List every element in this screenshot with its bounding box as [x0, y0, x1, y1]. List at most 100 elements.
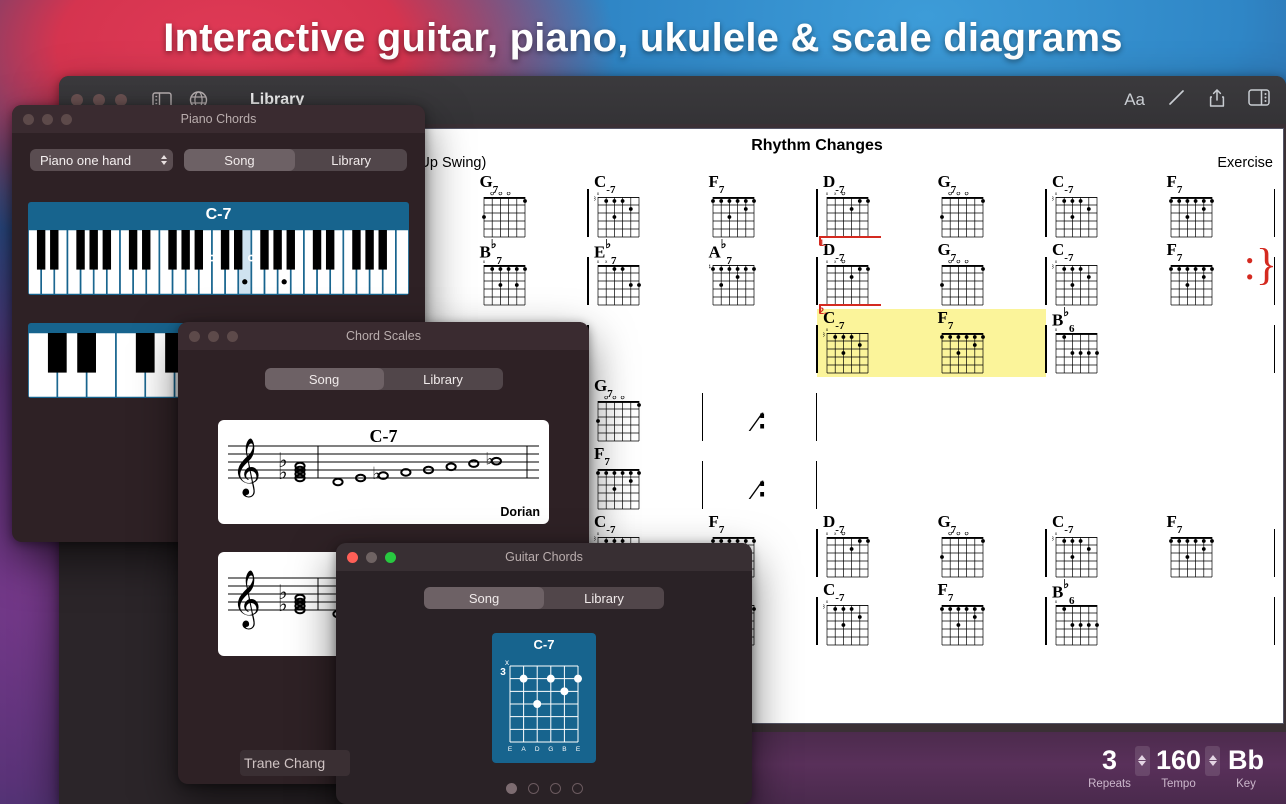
repeats-stepper[interactable] — [1135, 746, 1150, 776]
tempo-stepper[interactable] — [1205, 746, 1220, 776]
fret-diagram[interactable] — [480, 192, 531, 246]
fret-diagram[interactable]: x3 — [1052, 260, 1103, 314]
guitar-tab-song[interactable]: Song — [424, 587, 544, 609]
guitar-chords-window[interactable]: Guitar Chords Song Library C-7 x3EADGBE — [336, 543, 752, 804]
scales-source-tabs[interactable]: Song Library — [265, 368, 503, 390]
fret-diagram[interactable] — [938, 328, 989, 382]
fret-diagram[interactable]: x — [1052, 328, 1103, 382]
chart-measure[interactable]: G7 — [588, 377, 703, 445]
sidebar-icon[interactable] — [1248, 89, 1270, 111]
fret-diagram[interactable]: x3 — [823, 328, 874, 382]
chart-measure[interactable]: C-7x32. — [817, 309, 932, 377]
piano-zoom-button[interactable] — [61, 114, 72, 125]
tempo-control[interactable]: 160 Tempo — [1156, 746, 1220, 791]
fret-diagram[interactable] — [1167, 260, 1218, 314]
guitar-chord-diagram[interactable]: C-7 x3EADGBE — [492, 633, 596, 763]
piano-tab-library[interactable]: Library — [295, 149, 407, 171]
chart-measure[interactable]: D-7xx — [817, 173, 932, 241]
piano-window-controls[interactable] — [12, 114, 72, 125]
fret-diagram[interactable]: x3 — [1052, 192, 1103, 246]
share-icon[interactable] — [1208, 88, 1226, 113]
chart-measure[interactable]: F7 — [703, 173, 818, 241]
chart-measure[interactable]: C-7x3 — [817, 581, 932, 649]
scales-window-titlebar[interactable]: Chord Scales — [178, 322, 589, 350]
piano-source-tabs[interactable]: Song Library — [184, 149, 407, 171]
scales-zoom-button[interactable] — [227, 331, 238, 342]
page-dot[interactable] — [572, 783, 583, 794]
guitar-close-button[interactable] — [347, 552, 358, 563]
chart-measure[interactable]: F7:} — [1161, 241, 1276, 309]
fret-diagram[interactable] — [594, 464, 645, 518]
guitar-zoom-button[interactable] — [385, 552, 396, 563]
scales-tab-song[interactable]: Song — [265, 368, 384, 390]
scales-window-controls[interactable] — [178, 331, 238, 342]
scales-minimize-button[interactable] — [208, 331, 219, 342]
chart-measure[interactable]: ∕∶ — [703, 445, 818, 513]
chart-measure[interactable]: F7 — [1161, 173, 1276, 241]
chart-measure[interactable]: G7 — [932, 173, 1047, 241]
chart-measure[interactable]: D-7xx — [817, 513, 932, 581]
fret-diagram[interactable]: x3 — [594, 192, 645, 246]
fret-diagram[interactable] — [938, 532, 989, 586]
chart-measure[interactable]: F7 — [932, 581, 1047, 649]
chart-measure[interactable]: G7 — [474, 173, 589, 241]
fret-diagram[interactable] — [938, 600, 989, 654]
chart-measure[interactable]: C-7x3 — [1046, 173, 1161, 241]
page-dot[interactable] — [550, 783, 561, 794]
fret-diagram[interactable] — [1167, 192, 1218, 246]
piano-tab-song[interactable]: Song — [184, 149, 296, 171]
fret-diagram[interactable]: x3 — [823, 600, 874, 654]
guitar-fretboard[interactable]: x3EADGBE — [492, 654, 596, 758]
chart-measure[interactable] — [703, 309, 818, 377]
chart-measure[interactable] — [588, 309, 703, 377]
chart-measure[interactable]: B♭7x — [474, 241, 589, 309]
page-dot[interactable] — [506, 783, 517, 794]
chart-measure[interactable]: B♭6x — [1046, 309, 1161, 377]
chart-measure[interactable]: C-7x3 — [588, 173, 703, 241]
chart-measure[interactable] — [1161, 309, 1276, 377]
chart-measure[interactable]: E♭7xx — [588, 241, 703, 309]
chart-measure[interactable]: ∕∶ — [703, 377, 818, 445]
repeats-control[interactable]: 3 Repeats — [1088, 746, 1150, 791]
fret-diagram[interactable]: x3 — [1052, 532, 1103, 586]
piano-minimize-button[interactable] — [42, 114, 53, 125]
chart-measure[interactable]: G7 — [932, 241, 1047, 309]
guitar-tab-library[interactable]: Library — [544, 587, 664, 609]
fret-diagram[interactable]: xx — [823, 532, 874, 586]
page-dot[interactable] — [528, 783, 539, 794]
guitar-page-dots[interactable] — [336, 783, 752, 794]
chart-measure[interactable]: C-7x3 — [1046, 513, 1161, 581]
chart-measure[interactable]: F7 — [588, 445, 703, 513]
chart-measure[interactable]: F7 — [1161, 513, 1276, 581]
piano-keyboard-1[interactable] — [28, 229, 409, 295]
fret-diagram[interactable] — [594, 396, 645, 450]
key-control[interactable]: Bb Key — [1228, 747, 1264, 790]
scales-tab-library[interactable]: Library — [384, 368, 503, 390]
fret-diagram[interactable] — [709, 192, 760, 246]
fret-diagram[interactable] — [1167, 532, 1218, 586]
piano-close-button[interactable] — [23, 114, 34, 125]
pencil-icon[interactable] — [1167, 88, 1186, 112]
text-style-button[interactable]: Aa — [1124, 90, 1145, 110]
guitar-window-titlebar[interactable]: Guitar Chords — [336, 543, 752, 571]
fret-diagram[interactable]: x — [480, 260, 531, 314]
chart-measure[interactable]: F7 — [932, 309, 1047, 377]
fret-diagram[interactable] — [938, 192, 989, 246]
guitar-minimize-button[interactable] — [366, 552, 377, 563]
fret-diagram[interactable] — [938, 260, 989, 314]
fret-diagram[interactable]: x — [1052, 600, 1103, 654]
scale-staff-card-1[interactable]: C-7 𝄞♭♭♭♭ Dorian — [218, 420, 549, 524]
chart-measure[interactable]: C-7x3 — [1046, 241, 1161, 309]
scales-close-button[interactable] — [189, 331, 200, 342]
guitar-source-tabs[interactable]: Song Library — [424, 587, 664, 609]
piano-mode-popup[interactable]: Piano one hand — [30, 149, 173, 171]
piano-window-titlebar[interactable]: Piano Chords — [12, 105, 425, 133]
guitar-window-controls[interactable] — [336, 552, 396, 563]
fret-diagram[interactable]: 4 — [709, 260, 760, 314]
chart-measure[interactable]: G7 — [932, 513, 1047, 581]
chart-measure[interactable]: B♭6x — [1046, 581, 1161, 649]
background-song-title[interactable]: Trane Chang — [240, 750, 350, 776]
fret-diagram[interactable]: xx — [594, 260, 645, 314]
chart-measure[interactable]: A♭74 — [703, 241, 818, 309]
piano-diagram-1[interactable]: C-7 — [28, 202, 409, 295]
